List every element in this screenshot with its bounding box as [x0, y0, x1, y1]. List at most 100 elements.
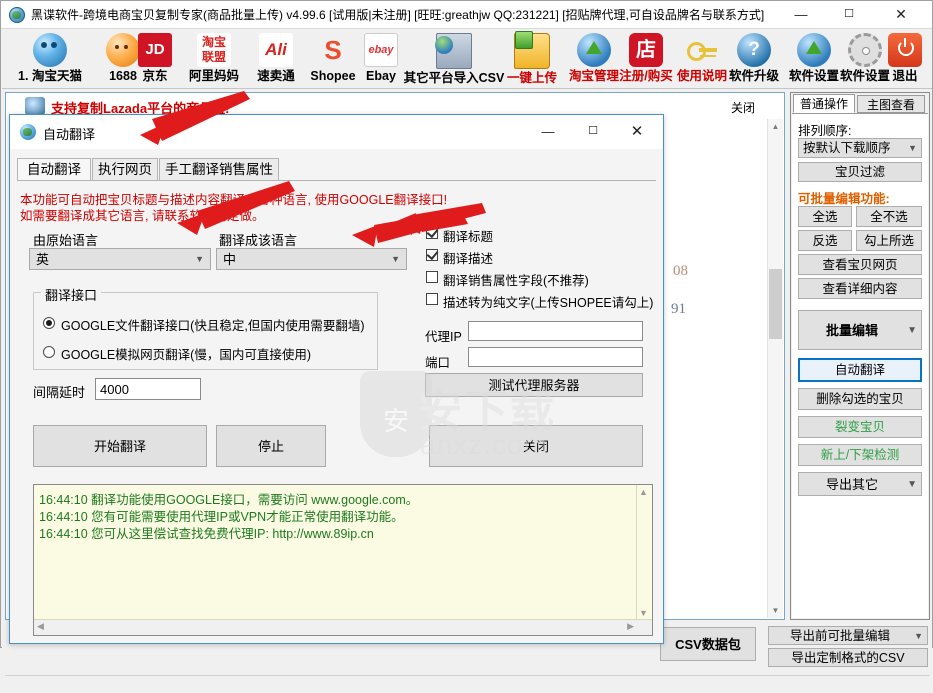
close-dialog-button[interactable]: 关闭 — [429, 425, 643, 467]
checkbox-icon[interactable] — [426, 227, 438, 239]
checkbox-icon[interactable] — [426, 271, 438, 283]
toolbar-item-taobao[interactable]: 1. 淘宝天猫 — [8, 31, 92, 87]
aliexpress-icon: Ali — [259, 33, 293, 67]
proxy-port-label: 端口 — [425, 356, 451, 370]
checkbox-icon[interactable] — [426, 293, 438, 305]
scroll-left-arrow-icon[interactable]: ◀ — [37, 621, 44, 632]
auto-translate-button[interactable]: 自动翻译 — [798, 358, 922, 382]
scroll-down-arrow-icon[interactable]: ▼ — [769, 604, 782, 617]
window-maximize-button[interactable]: ☐ — [826, 1, 872, 28]
main-toolbar: 1. 淘宝天猫 1688 JD 京东 淘宝 联盟 阿里妈妈 Ali 速卖通 S S… — [2, 29, 932, 89]
invert-selection-button[interactable]: 反选 — [798, 230, 852, 251]
jd-icon: JD — [138, 33, 172, 67]
delay-label: 间隔延时 — [33, 385, 86, 400]
toolbar-item-jd[interactable]: JD 京东 — [128, 31, 182, 87]
tab-execute-webpage[interactable]: 执行网页 — [92, 158, 158, 181]
view-details-button[interactable]: 查看详细内容 — [798, 278, 922, 299]
target-language-label: 翻译成该语言 — [219, 233, 298, 248]
chevron-down-icon: ▼ — [391, 254, 400, 264]
csv-package-button[interactable]: CSV数据包 — [660, 627, 756, 661]
proxy-port-input[interactable] — [468, 347, 643, 367]
radio-button-icon[interactable] — [43, 317, 55, 329]
proxy-ip-input[interactable] — [468, 321, 643, 341]
toolbar-label: 速卖通 — [257, 69, 295, 83]
toolbar-item-import-csv[interactable]: 其它平台导入CSV — [400, 31, 508, 87]
checkbox-label: 翻译销售属性字段(不推荐) — [443, 274, 589, 288]
shopee-icon: S — [324, 35, 342, 65]
proxy-ip-label: 代理IP — [425, 330, 462, 344]
store-icon: 店 — [629, 33, 663, 67]
scroll-down-arrow-icon[interactable]: ▼ — [639, 608, 648, 618]
chevron-down-icon: ▼ — [907, 325, 917, 336]
chevron-down-icon: ▼ — [195, 254, 204, 264]
tab-normal-operations[interactable]: 普通操作 — [793, 94, 855, 113]
window-close-button[interactable]: ✕ — [878, 1, 924, 28]
shelf-check-button[interactable]: 新上/下架检测 — [798, 444, 922, 466]
export-custom-csv-button[interactable]: 导出定制格式的CSV — [768, 648, 928, 667]
radio-label: GOOGLE文件翻译接口(快且稳定,但国内使用需要翻墙) — [61, 319, 365, 333]
deselect-all-button[interactable]: 全不选 — [856, 206, 922, 227]
app-logo-icon — [9, 7, 25, 23]
sort-order-select[interactable]: 按默认下载顺序 ▼ — [798, 138, 922, 158]
chevron-down-icon: ▼ — [908, 143, 917, 153]
warning-line-2: 如需要翻译成其它语言, 请联系软件商定做。 — [20, 209, 265, 223]
log-horizontal-scrollbar[interactable]: ◀ ▶ — [34, 619, 652, 635]
dialog-maximize-button[interactable]: ☐ — [571, 115, 615, 148]
stop-translate-button[interactable]: 停止 — [216, 425, 326, 467]
view-product-page-button[interactable]: 查看宝贝网页 — [798, 254, 922, 275]
radio-button-icon[interactable] — [43, 346, 55, 358]
select-all-button[interactable]: 全选 — [798, 206, 852, 227]
side-panel: 普通操作 主图查看 排列顺序: 按默认下载顺序 ▼ 宝贝过滤 可批量编辑功能: … — [790, 92, 930, 620]
test-proxy-button[interactable]: 测试代理服务器 — [425, 373, 643, 397]
tab-main-image-view[interactable]: 主图查看 — [857, 95, 925, 113]
export-editable-label: 导出前可批量编辑 — [789, 629, 890, 643]
scroll-up-arrow-icon[interactable]: ▲ — [769, 120, 782, 133]
delete-checked-button[interactable]: 删除勾选的宝贝 — [798, 388, 922, 410]
start-translate-button[interactable]: 开始翻译 — [33, 425, 207, 467]
dialog-close-button[interactable]: ✕ — [615, 115, 659, 148]
list-text-fragment: 91 — [671, 301, 686, 317]
toolbar-label: 其它平台导入CSV — [403, 71, 505, 85]
window-title: 黑谍软件-跨境电商宝贝复制专家(商品批量上传) v4.99.6 [试用版|未注册… — [31, 8, 765, 22]
source-language-label: 由原始语言 — [33, 233, 99, 248]
chevron-down-icon: ▼ — [907, 479, 917, 490]
dialog-titlebar: 自动翻译 — ☐ ✕ — [10, 115, 663, 149]
translate-interface-label: 翻译接口 — [41, 285, 102, 304]
list-vertical-scrollbar[interactable]: ▲ ▼ — [767, 119, 783, 618]
check-selected-button[interactable]: 勾上所选 — [856, 230, 922, 251]
dialog-minimize-button[interactable]: — — [526, 115, 570, 148]
checkbox-icon[interactable] — [426, 249, 438, 261]
log-line: 16:44:10 您可从这里偿试查找免费代理IP: http://www.89i… — [39, 527, 374, 541]
target-language-select[interactable]: 中 ▼ — [216, 248, 407, 270]
log-vertical-scrollbar[interactable]: ▲ ▼ — [636, 485, 652, 620]
dialog-body: 自动翻译 执行网页 手工翻译销售属性 本功能可自动把宝贝标题与描述内容翻译成各种… — [11, 149, 662, 642]
side-panel-tabs: 普通操作 主图查看 — [791, 93, 929, 113]
export-editable-dropdown[interactable]: 导出前可批量编辑 ▼ — [768, 626, 928, 645]
source-language-select[interactable]: 英 ▼ — [29, 248, 211, 270]
toolbar-item-exit[interactable]: 退出 — [880, 31, 930, 87]
delay-input[interactable]: 4000 — [95, 378, 201, 400]
export-other-dropdown[interactable]: 导出其它 ▼ — [798, 472, 922, 496]
scroll-up-arrow-icon[interactable]: ▲ — [639, 487, 648, 497]
tab-auto-translate[interactable]: 自动翻译 — [17, 158, 91, 181]
log-output-panel: 16:44:10 翻译功能使用GOOGLE接口，需要访问 www.google.… — [33, 484, 653, 636]
promo-close-button[interactable]: 关闭 — [731, 99, 755, 116]
toolbar-label: 阿里妈妈 — [188, 69, 239, 83]
split-product-button[interactable]: 裂变宝贝 — [798, 416, 922, 438]
monitor-import-icon — [435, 33, 472, 69]
side-panel-body: 排列顺序: 按默认下载顺序 ▼ 宝贝过滤 可批量编辑功能: 全选 全不选 反选 … — [792, 113, 928, 618]
alimama-icon: 淘宝 联盟 — [197, 33, 231, 67]
scroll-right-arrow-icon[interactable]: ▶ — [627, 621, 634, 632]
globe-upgrade-icon — [797, 33, 831, 67]
window-titlebar: 黑谍软件-跨境电商宝贝复制专家(商品批量上传) v4.99.6 [试用版|未注册… — [1, 1, 932, 29]
scrollbar-thumb[interactable] — [769, 269, 782, 339]
window-minimize-button[interactable]: — — [778, 1, 824, 28]
tab-manual-translate-attrs[interactable]: 手工翻译销售属性 — [159, 158, 279, 181]
status-bar — [5, 675, 930, 693]
list-text-fragment: 08 — [673, 263, 688, 279]
toolbar-item-alimama[interactable]: 淘宝 联盟 阿里妈妈 — [180, 31, 248, 87]
target-language-value: 中 — [223, 252, 237, 267]
toolbar-item-aliexpress[interactable]: Ali 速卖通 — [246, 31, 306, 87]
batch-edit-dropdown[interactable]: 批量编辑 ▼ — [798, 310, 922, 350]
product-filter-button[interactable]: 宝贝过滤 — [798, 162, 922, 182]
